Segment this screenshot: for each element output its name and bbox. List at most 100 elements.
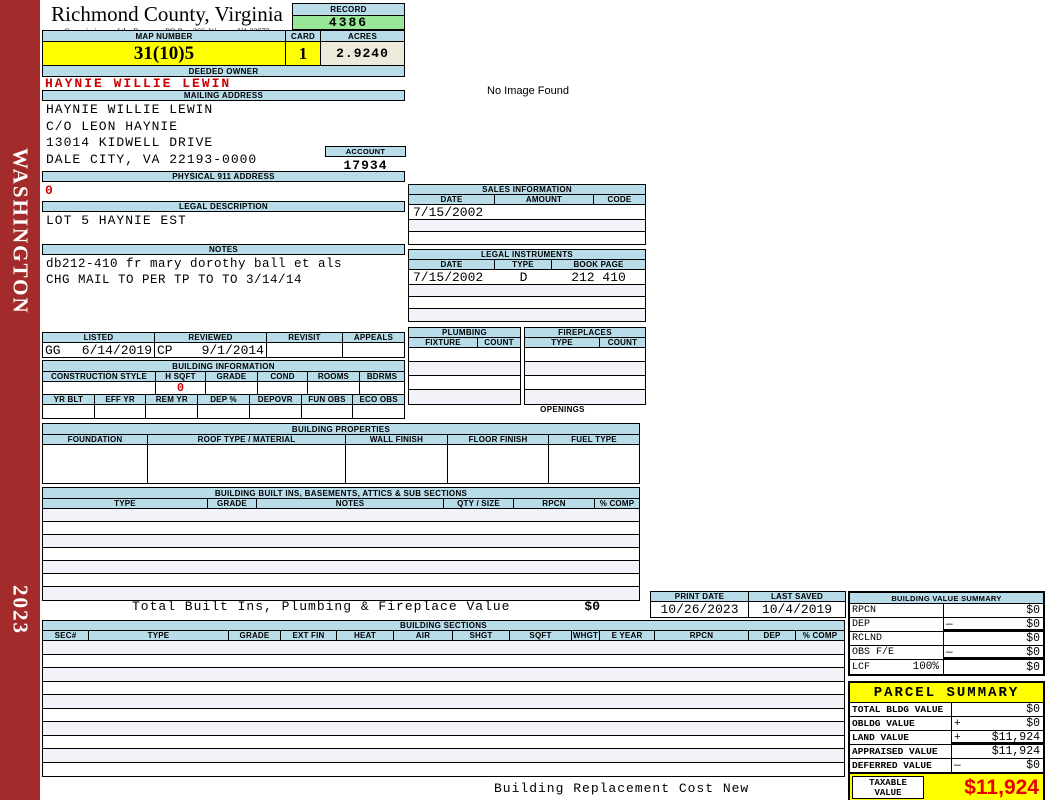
- sales-amount-label: AMOUNT: [495, 195, 594, 204]
- building-sections-rows: [42, 640, 845, 777]
- county-title: Richmond County, Virginia: [51, 2, 283, 26]
- bs-rpcn-label: RPCN: [655, 631, 749, 640]
- parcel-row-obldg: OBLDG VALUE + $0: [850, 717, 1043, 731]
- mailing-line: C/O LEON HAYNIE: [46, 118, 179, 134]
- built-ins-row: [43, 535, 639, 548]
- built-ins-row: [43, 548, 639, 561]
- bvs-dep-value: $0: [1026, 618, 1040, 631]
- mailing-address-box: HAYNIE WILLIE LEWIN C/O LEON HAYNIE 1301…: [42, 100, 406, 173]
- bs-air-label: AIR: [394, 631, 453, 640]
- building-sections-row: [43, 763, 844, 777]
- sales-row: [409, 232, 645, 244]
- bi-grade-label: GRADE: [208, 499, 257, 508]
- plumbing-row: [409, 362, 520, 376]
- foundation-value: [43, 445, 148, 483]
- construction-style-value: [43, 382, 156, 394]
- building-sections-row: [43, 749, 844, 763]
- openings-label: OPENINGS: [540, 404, 585, 414]
- bs-grade-label: GRADE: [229, 631, 281, 640]
- grade-value: [206, 382, 258, 394]
- parcel-obldg-value: $0: [1026, 717, 1040, 730]
- dates-values: 10/26/2023 10/4/2019: [650, 601, 846, 618]
- bs-sqft-label: SQFT: [510, 631, 572, 640]
- revisit-label: REVISIT: [267, 333, 343, 342]
- built-ins-total-value: $0: [584, 599, 600, 614]
- parcel-row-appraised: APPRAISED VALUE $11,924: [850, 745, 1043, 759]
- parcel-appraised-label: APPRAISED VALUE: [850, 745, 952, 758]
- openings-value: [601, 402, 646, 416]
- plumbing-count-label: COUNT: [484, 338, 514, 347]
- notes-line: db212-410 fr mary dorothy ball et als: [46, 257, 343, 271]
- dep-pct-label: DEP %: [198, 395, 250, 404]
- roof-label: ROOF TYPE / MATERIAL: [148, 435, 346, 444]
- building-sections-row: [43, 668, 844, 682]
- parcel-deferred-op: —: [954, 759, 961, 772]
- grade-label: GRADE: [206, 372, 258, 381]
- plumbing-row: [409, 390, 520, 404]
- wall-finish-value: [346, 445, 448, 483]
- footer-note: Building Replacement Cost New: [494, 781, 750, 796]
- record-value: 4386: [292, 15, 405, 30]
- instruments-row: [409, 285, 645, 297]
- cond-value: [258, 382, 308, 394]
- remyr-value: [146, 405, 199, 418]
- sales-date-label: DATE: [409, 195, 495, 204]
- cond-label: COND: [258, 372, 308, 381]
- bvs-lcf-label: LCF: [852, 661, 871, 673]
- bvs-lcf-value: $0: [1026, 660, 1040, 674]
- effyr-label: EFF YR: [95, 395, 147, 404]
- instr-type-label: TYPE: [495, 260, 552, 269]
- listed-by: GG: [45, 342, 61, 358]
- last-saved-label: LAST SAVED: [770, 592, 824, 601]
- bi-qty-label: QTY / SIZE: [444, 499, 514, 508]
- built-ins-row: [43, 522, 639, 535]
- no-image-text: No Image Found: [487, 85, 569, 97]
- instr-type-value: D: [519, 269, 528, 285]
- mailing-line: HAYNIE WILLIE LEWIN: [46, 102, 214, 117]
- parcel-obldg-op: +: [954, 717, 961, 730]
- parcel-summary: PARCEL SUMMARY TOTAL BLDG VALUE $0 OBLDG…: [848, 681, 1045, 800]
- taxable-value-amount: $11,924: [964, 775, 1039, 799]
- sales-row: [409, 220, 645, 232]
- instr-bookpage-label: BOOK PAGE: [573, 260, 624, 269]
- bi-notes-label: NOTES: [257, 499, 444, 508]
- account-box: ACCOUNT 17934: [325, 146, 406, 173]
- building-sections-row: [43, 682, 844, 695]
- print-date-label: PRINT DATE: [651, 592, 749, 601]
- fireplaces-row: [525, 376, 645, 390]
- bvs-rpcn-label: RPCN: [852, 605, 877, 616]
- property-image-placeholder: No Image Found: [410, 1, 646, 181]
- physical-address-value: 0: [45, 182, 53, 198]
- plumbing-rows: [408, 347, 521, 405]
- bdrms-label: BDRMS: [366, 372, 398, 381]
- yrblt-label: YR BLT: [43, 395, 95, 404]
- taxable-value-label: TAXABLE VALUE: [852, 776, 924, 799]
- reviewed-label: REVIEWED: [155, 333, 267, 342]
- bvs-obs-value: $0: [1026, 646, 1040, 659]
- building-sections-row: [43, 695, 844, 709]
- built-ins-row: [43, 509, 639, 522]
- bs-extfin-label: EXT FIN: [281, 631, 337, 640]
- property-record-card: WASHINGTON 2023 Richmond County, Virgini…: [0, 0, 1050, 800]
- floor-finish-label: FLOOR FINISH: [448, 435, 549, 444]
- bvs-row-rclnd: RCLND $0: [850, 632, 1043, 646]
- building-sections-row: [43, 641, 844, 655]
- bvs-obs-label: OBS F/E: [852, 647, 895, 658]
- id-value-row: 31(10)5 1 2.9240: [42, 41, 405, 66]
- built-ins-row: [43, 561, 639, 574]
- instruments-rows: 7/15/2002 D 212 410: [408, 269, 646, 322]
- card-value: 1: [286, 42, 321, 65]
- parcel-land-value: $11,924: [991, 731, 1040, 744]
- bvs-obs-op: —: [946, 646, 953, 659]
- dep-pct-value: [198, 405, 250, 418]
- bs-sec-label: SEC#: [43, 631, 89, 640]
- funobs-value: [302, 405, 354, 418]
- parcel-row-taxable: TAXABLE VALUE $11,924: [850, 773, 1043, 800]
- bvs-row-obs: OBS F/E — $0: [850, 646, 1043, 660]
- reviewed-date: 9/1/2014: [201, 342, 264, 358]
- hsqft-label: H SQFT: [156, 372, 206, 381]
- roof-value: [148, 445, 346, 483]
- fixture-label: FIXTURE: [409, 338, 478, 347]
- building-sections-row: [43, 709, 844, 722]
- building-value-summary-title: BUILDING VALUE SUMMARY: [850, 593, 1043, 604]
